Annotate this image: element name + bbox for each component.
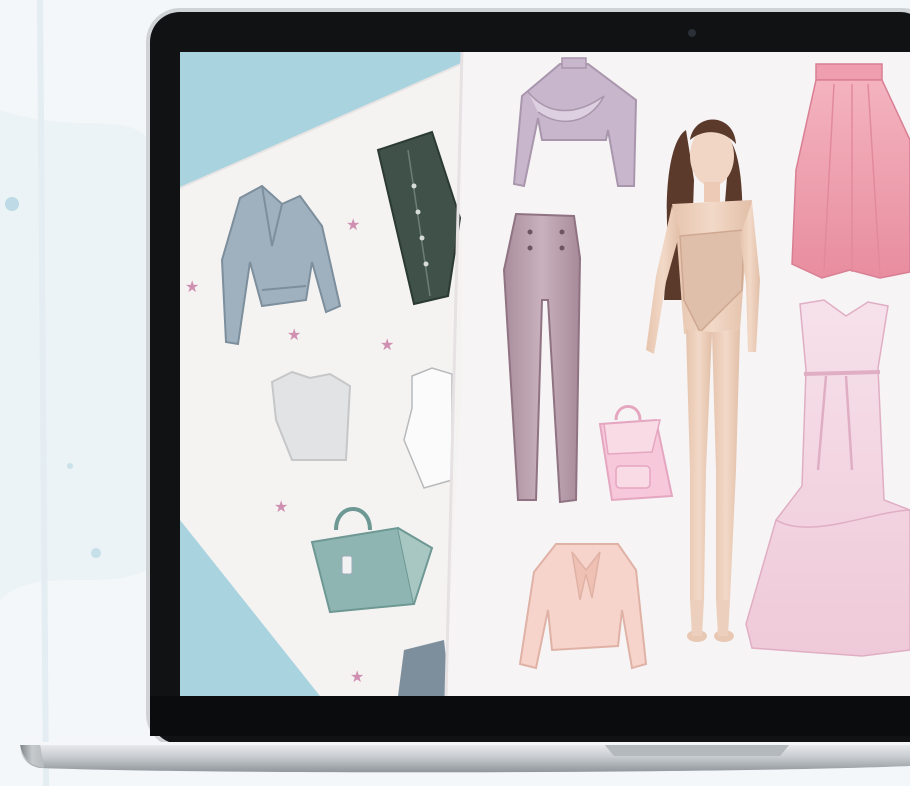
- svg-text:★: ★: [350, 667, 364, 686]
- webcam: [688, 29, 696, 37]
- laptop-base: [20, 742, 910, 773]
- svg-text:★: ★: [346, 215, 360, 234]
- screen-display: ★ ★ ★ ★ ★ ★: [180, 52, 910, 696]
- lid-hinge: [150, 696, 910, 736]
- svg-text:★: ★: [274, 497, 288, 516]
- trackpad-notch: [604, 744, 790, 756]
- svg-text:★: ★: [185, 277, 199, 296]
- front-sheet: [444, 52, 910, 696]
- svg-text:★: ★: [380, 335, 394, 354]
- laptop-scene: ★ ★ ★ ★ ★ ★: [0, 0, 910, 786]
- svg-text:★: ★: [287, 325, 301, 344]
